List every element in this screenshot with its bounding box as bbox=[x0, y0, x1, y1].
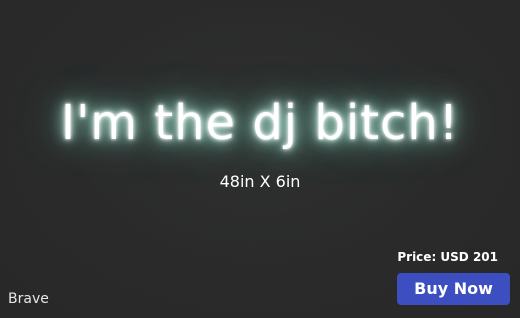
buy-now-button[interactable]: Buy Now bbox=[397, 273, 510, 305]
sign-size-label: 48in X 6in bbox=[219, 172, 301, 191]
neon-sign-preview: I'm the dj bitch! 48in X 6in Brave Price… bbox=[0, 0, 520, 318]
price-label: Price: USD 201 bbox=[397, 250, 498, 264]
neon-sign-text: I'm the dj bitch! bbox=[60, 95, 460, 151]
font-name-label: Brave bbox=[8, 291, 49, 307]
